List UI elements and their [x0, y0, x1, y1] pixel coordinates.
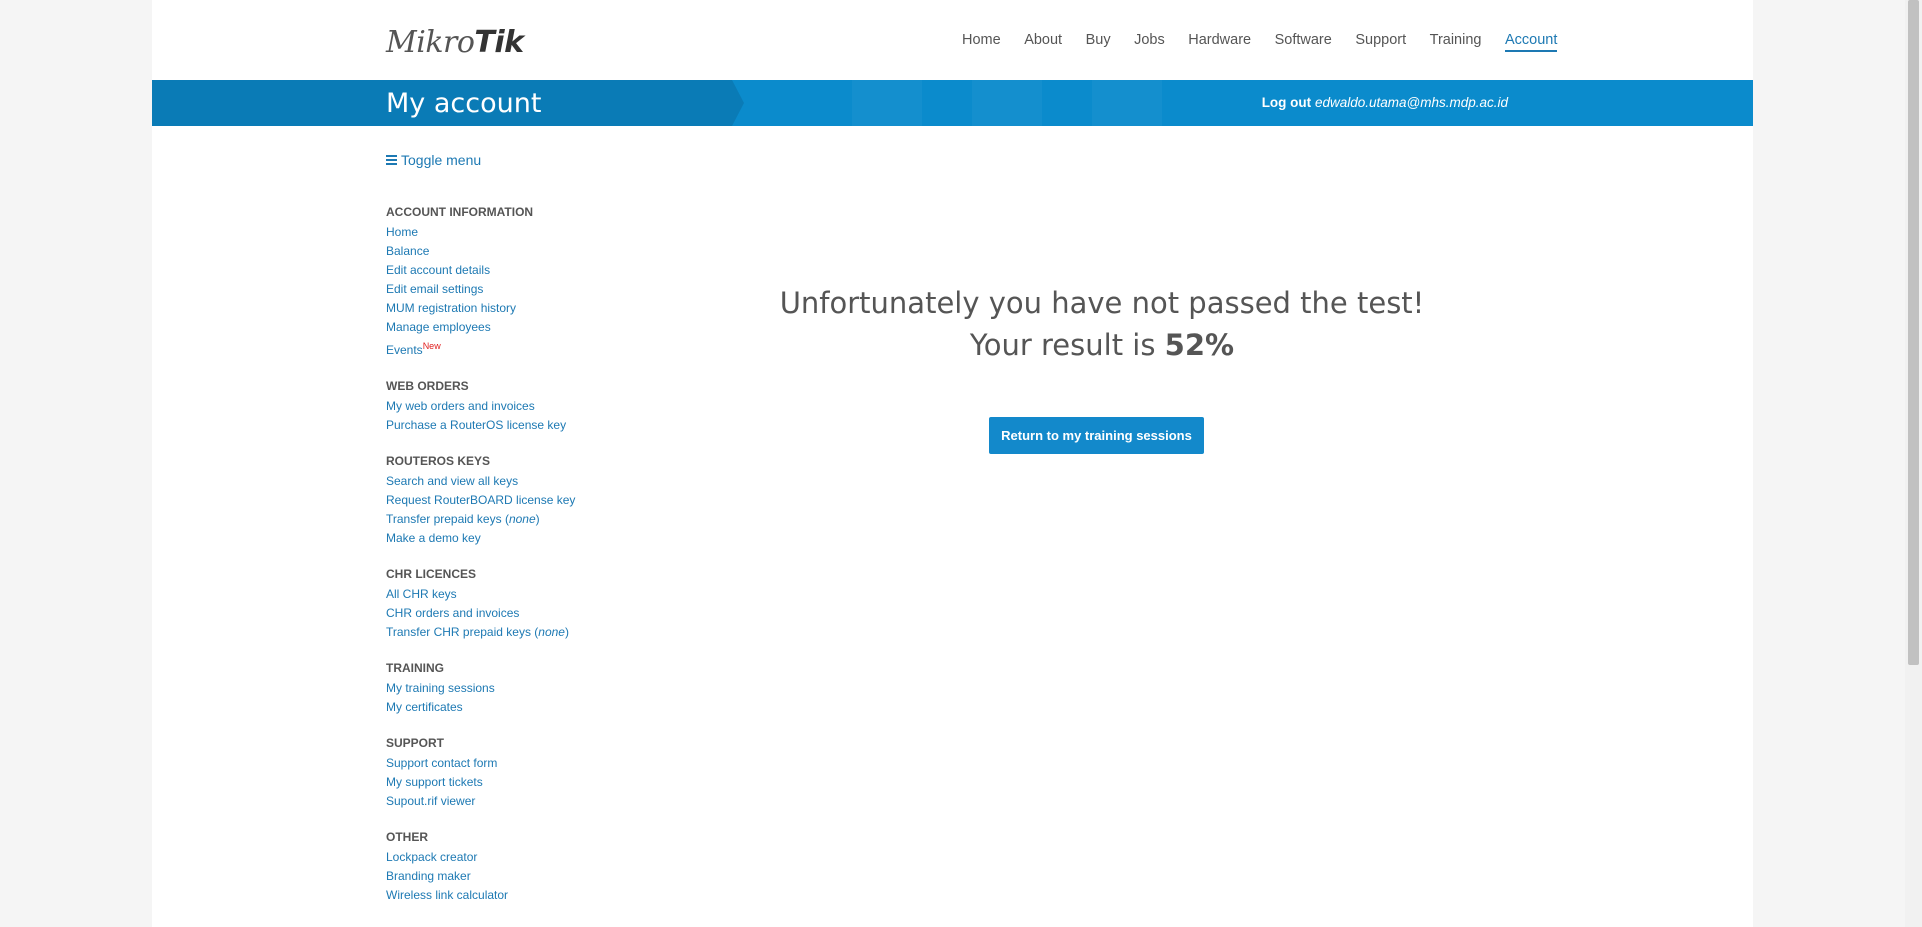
sidebar-section-other: OTHER Lockpack creator Branding maker Wi…	[386, 829, 646, 905]
result-message: Unfortunately you have not passed the te…	[779, 286, 1425, 320]
banner-stripe	[972, 80, 1042, 126]
sidebar-section-chr: CHR LICENCES All CHR keys CHR orders and…	[386, 566, 646, 642]
sidebar: ACCOUNT INFORMATION Home Balance Edit ac…	[386, 204, 646, 923]
sidebar-item-home[interactable]: Home	[386, 223, 646, 242]
sidebar-item-web-orders[interactable]: My web orders and invoices	[386, 397, 646, 416]
nav-buy[interactable]: Buy	[1086, 32, 1111, 52]
sidebar-item-label: Transfer prepaid keys	[386, 512, 502, 526]
sidebar-item-request-rb-key[interactable]: Request RouterBOARD license key	[386, 491, 646, 510]
test-result: Unfortunately you have not passed the te…	[702, 282, 1502, 366]
section-heading: WEB ORDERS	[386, 379, 469, 393]
nav-about[interactable]: About	[1024, 32, 1062, 52]
sidebar-item-search-keys[interactable]: Search and view all keys	[386, 472, 646, 491]
toggle-menu-label: Toggle menu	[401, 152, 482, 168]
sidebar-item-edit-email[interactable]: Edit email settings	[386, 280, 646, 299]
sidebar-section-support: SUPPORT Support contact form My support …	[386, 735, 646, 811]
page-container: Mikro Tik Home About Buy Jobs Hardware So…	[152, 0, 1753, 927]
page-scrollbar[interactable]	[1905, 0, 1922, 927]
logout-area: Log out edwaldo.utama@mhs.mdp.ac.id	[1262, 95, 1508, 110]
sidebar-item-purchase-license[interactable]: Purchase a RouterOS license key	[386, 416, 646, 435]
sidebar-item-lockpack[interactable]: Lockpack creator	[386, 848, 646, 867]
sidebar-item-all-chr-keys[interactable]: All CHR keys	[386, 585, 646, 604]
none-note: none	[508, 512, 536, 526]
nav-support[interactable]: Support	[1355, 32, 1406, 52]
result-prefix: Your result is	[969, 328, 1156, 362]
logo-text-mikro: Mikro	[386, 25, 475, 60]
sidebar-item-demo-key[interactable]: Make a demo key	[386, 529, 646, 548]
page-title: My account	[386, 88, 542, 119]
sidebar-item-training-sessions[interactable]: My training sessions	[386, 679, 646, 698]
sidebar-item-transfer-chr[interactable]: Transfer CHR prepaid keys (none)	[386, 623, 646, 642]
return-training-button[interactable]: Return to my training sessions	[989, 417, 1204, 454]
sidebar-item-certificates[interactable]: My certificates	[386, 698, 646, 717]
nav-home[interactable]: Home	[962, 32, 1001, 52]
none-note: none	[538, 625, 565, 639]
main-nav: Home About Buy Jobs Hardware Software Su…	[962, 32, 1581, 52]
sidebar-item-mum-history[interactable]: MUM registration history	[386, 299, 646, 318]
result-score: Your result is 52%	[702, 324, 1502, 366]
mikrotik-logo[interactable]: Mikro Tik	[386, 24, 524, 60]
banner-stripe	[852, 80, 922, 126]
nav-hardware[interactable]: Hardware	[1188, 32, 1251, 52]
nav-account[interactable]: Account	[1504, 32, 1558, 52]
sidebar-item-support-form[interactable]: Support contact form	[386, 754, 646, 773]
sidebar-item-chr-orders[interactable]: CHR orders and invoices	[386, 604, 646, 623]
logout-link[interactable]: Log out	[1262, 95, 1311, 110]
user-email: edwaldo.utama@mhs.mdp.ac.id	[1314, 95, 1508, 110]
nav-training[interactable]: Training	[1430, 32, 1482, 52]
page-banner: My account Log out edwaldo.utama@mhs.mdp…	[152, 80, 1753, 126]
new-badge: New	[422, 341, 441, 351]
sidebar-item-edit-account[interactable]: Edit account details	[386, 261, 646, 280]
sidebar-section-account: ACCOUNT INFORMATION Home Balance Edit ac…	[386, 204, 646, 360]
section-heading: OTHER	[386, 830, 428, 844]
sidebar-item-events[interactable]: EventsNew	[386, 337, 646, 360]
sidebar-item-branding[interactable]: Branding maker	[386, 867, 646, 886]
sidebar-item-label: Events	[386, 343, 423, 357]
sidebar-item-wireless-calc[interactable]: Wireless link calculator	[386, 886, 646, 905]
logo-text-tik: Tik	[474, 25, 524, 60]
section-heading: TRAINING	[386, 661, 444, 675]
sidebar-item-transfer-prepaid[interactable]: Transfer prepaid keys (none)	[386, 510, 646, 529]
sidebar-item-label: Transfer CHR prepaid keys	[386, 625, 531, 639]
section-heading: CHR LICENCES	[386, 567, 477, 581]
section-heading: SUPPORT	[386, 736, 445, 750]
sidebar-item-manage-employees[interactable]: Manage employees	[386, 318, 646, 337]
sidebar-section-routeros-keys: ROUTEROS KEYS Search and view all keys R…	[386, 453, 646, 548]
result-value: 52%	[1164, 328, 1235, 362]
hamburger-icon	[386, 155, 397, 165]
nav-software[interactable]: Software	[1275, 32, 1332, 52]
banner-arrow	[732, 80, 744, 126]
sidebar-item-supout-viewer[interactable]: Supout.rif viewer	[386, 792, 646, 811]
sidebar-item-balance[interactable]: Balance	[386, 242, 646, 261]
scrollbar-thumb[interactable]	[1908, 0, 1919, 665]
nav-jobs[interactable]: Jobs	[1134, 32, 1165, 52]
sidebar-section-training: TRAINING My training sessions My certifi…	[386, 660, 646, 717]
banner-stripe	[1092, 80, 1162, 126]
sidebar-section-web-orders: WEB ORDERS My web orders and invoices Pu…	[386, 378, 646, 435]
section-heading: ROUTEROS KEYS	[386, 454, 491, 468]
sidebar-item-support-tickets[interactable]: My support tickets	[386, 773, 646, 792]
toggle-menu-button[interactable]: Toggle menu	[386, 152, 481, 168]
section-heading: ACCOUNT INFORMATION	[386, 205, 534, 219]
